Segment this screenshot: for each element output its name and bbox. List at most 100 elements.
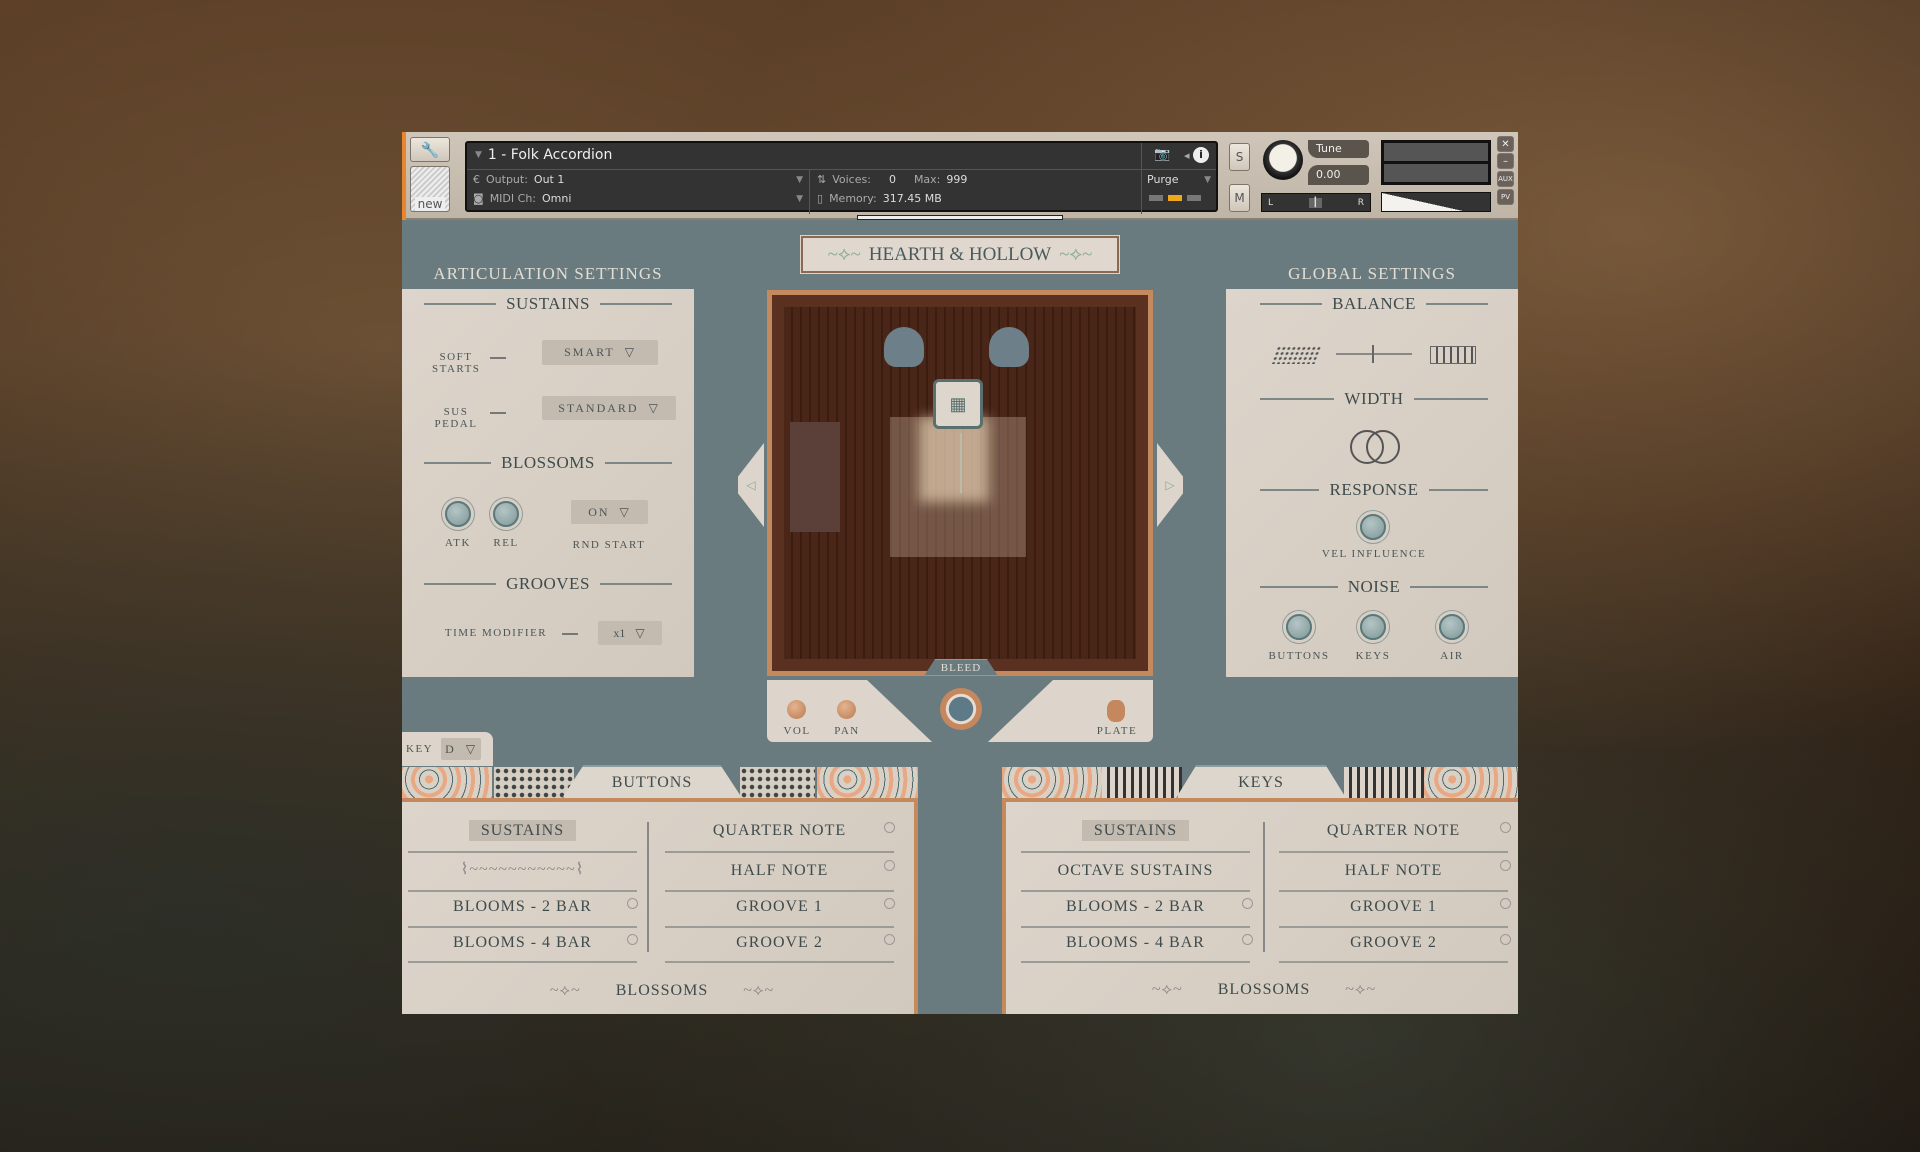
tempo-sync-icon[interactable] [884,934,895,945]
tempo-sync-icon[interactable] [627,934,638,945]
articulation-sustains[interactable]: SUSTAINS [408,822,637,840]
balance-slider[interactable] [1336,353,1412,355]
prev-instrument-icon[interactable]: ◂ [1184,149,1190,162]
next-room-arrow[interactable]: ▷ [1157,443,1183,527]
max-voices[interactable]: 999 [946,173,967,186]
tempo-sync-icon[interactable] [884,860,895,871]
tab-buttons[interactable]: BUTTONS [562,765,742,798]
output-value: Out 1 [534,173,564,186]
tempo-sync-icon[interactable] [884,898,895,909]
room-view[interactable]: ▦ BLEED [767,290,1153,676]
purge-menu[interactable]: Purge▼ [1147,173,1211,186]
articulation-groove-1[interactable]: GROOVE 1 [1279,898,1508,916]
buttons-balance-icon [1271,346,1322,364]
articulation-octave-sustains[interactable]: OCTAVE SUSTAINS [1021,862,1250,880]
bleed-tab[interactable]: BLEED [924,659,998,676]
key-dropdown[interactable]: D▽ [441,738,481,760]
tempo-sync-icon[interactable] [1242,934,1253,945]
tempo-sync-icon[interactable] [1500,822,1511,833]
chevron-down-icon: ▽ [625,345,636,360]
sus-pedal-label: SUS PEDAL [432,406,480,430]
midi-channel-selector[interactable]: ◙MIDI Ch:Omni▼ [473,192,803,205]
pan-slider[interactable]: L┃R [1261,193,1371,212]
time-modifier-dropdown[interactable]: x1▽ [598,621,662,645]
response-header: RESPONSE [1260,480,1488,500]
rel-knob[interactable] [493,501,519,527]
level-meter [1381,140,1491,185]
header-scrollbar[interactable] [857,215,1063,220]
info-icon[interactable]: i [1193,147,1209,163]
prev-room-arrow[interactable]: ◁ [738,443,764,527]
articulation-groove-1[interactable]: GROOVE 1 [665,898,894,916]
tempo-sync-icon[interactable] [1500,898,1511,909]
articulation-blooms-4-bar[interactable]: BLOOMS - 4 BAR [408,934,637,952]
width-circle-icon[interactable] [1366,430,1400,464]
articulation-quarter-note[interactable]: QUARTER NOTE [1279,822,1508,840]
articulation-quarter-note[interactable]: QUARTER NOTE [665,822,894,840]
width-header: WIDTH [1260,389,1488,409]
vel-influence-knob[interactable] [1360,514,1386,540]
soft-starts-dropdown[interactable]: SMART▽ [542,340,658,365]
wrench-button[interactable]: 🔧 [410,137,450,162]
new-button[interactable]: new [410,166,450,212]
buttons-noise-knob[interactable] [1286,614,1312,640]
instrument-title[interactable]: 1 - Folk Accordion [488,147,612,163]
tempo-sync-icon[interactable] [1242,898,1253,909]
rnd-start-dropdown[interactable]: ON▽ [571,500,648,524]
air-noise-knob[interactable] [1439,614,1465,640]
purge-indicator [1187,195,1201,201]
articulation-sustains[interactable]: SUSTAINS [1021,822,1250,840]
sofa [790,422,840,532]
armchair-left [884,327,924,367]
sus-pedal-dropdown[interactable]: STANDARD▽ [542,396,676,420]
articulation-half-note[interactable]: HALF NOTE [665,862,894,880]
global-settings-title: GLOBAL SETTINGS [1226,264,1518,284]
pan-knob[interactable] [837,700,856,719]
tune-knob[interactable] [1263,140,1303,180]
output-selector[interactable]: €Output:Out 1▼ [473,173,803,186]
accordion-mic-position-icon[interactable]: ▦ [933,379,983,429]
camera-icon[interactable]: 📷 [1154,147,1170,162]
tempo-sync-icon[interactable] [627,898,638,909]
solo-button[interactable]: S [1229,143,1250,171]
buttons-articulation-panel: SUSTAINS ⌇~~~~~~~~~~~⌇ BLOOMS - 2 BAR BL… [402,798,918,1014]
buttons-label: BUTTONS [1259,650,1339,662]
mic-stand [960,433,962,493]
articulation-blooms-4-bar[interactable]: BLOOMS - 4 BAR [1021,934,1250,952]
time-modifier-label: TIME MODIFIER [440,627,552,639]
bleed-knob[interactable] [940,688,982,730]
tempo-sync-icon[interactable] [1500,860,1511,871]
mute-button[interactable]: M [1229,184,1250,212]
articulation-blooms-2-bar[interactable]: BLOOMS - 2 BAR [408,898,637,916]
articulation-groove-2[interactable]: GROOVE 2 [1279,934,1508,952]
keys-noise-knob[interactable] [1360,614,1386,640]
tab-keys[interactable]: KEYS [1176,765,1346,798]
plate-label: PLATE [1089,725,1145,737]
blossoms-footer[interactable]: ~⟡~ BLOSSOMS ~⟡~ [1094,981,1434,999]
vol-knob[interactable] [787,700,806,719]
soft-starts-label: SOFT STARTS [432,351,480,375]
pv-button[interactable]: PV [1497,189,1514,205]
pan-label: PAN [827,725,867,737]
articulation-groove-2[interactable]: GROOVE 2 [665,934,894,952]
key-label: KEY [406,743,433,755]
close-icon[interactable]: ✕ [1497,136,1514,152]
chevron-down-icon: ▽ [635,626,646,641]
atk-knob[interactable] [445,501,471,527]
plate-switch[interactable] [1107,700,1125,722]
collapse-icon[interactable]: ▼ [475,150,482,160]
tune-value[interactable]: 0.00 [1308,165,1369,185]
tempo-sync-icon[interactable] [1500,934,1511,945]
minimize-icon[interactable]: – [1497,153,1514,169]
articulation-half-note[interactable]: HALF NOTE [1279,862,1508,880]
blossoms-header: BLOSSOMS [424,453,672,473]
tempo-sync-icon[interactable] [884,822,895,833]
volume-slider[interactable] [1381,192,1491,212]
keys-tabbar: KEYS [1002,767,1518,798]
vol-label: VOL [777,725,817,737]
aux-button[interactable]: AUX [1497,171,1514,187]
rnd-start-label: RND START [559,539,659,551]
blossoms-footer[interactable]: ~⟡~ BLOSSOMS ~⟡~ [492,982,832,1000]
air-label: AIR [1412,650,1492,662]
articulation-blooms-2-bar[interactable]: BLOOMS - 2 BAR [1021,898,1250,916]
